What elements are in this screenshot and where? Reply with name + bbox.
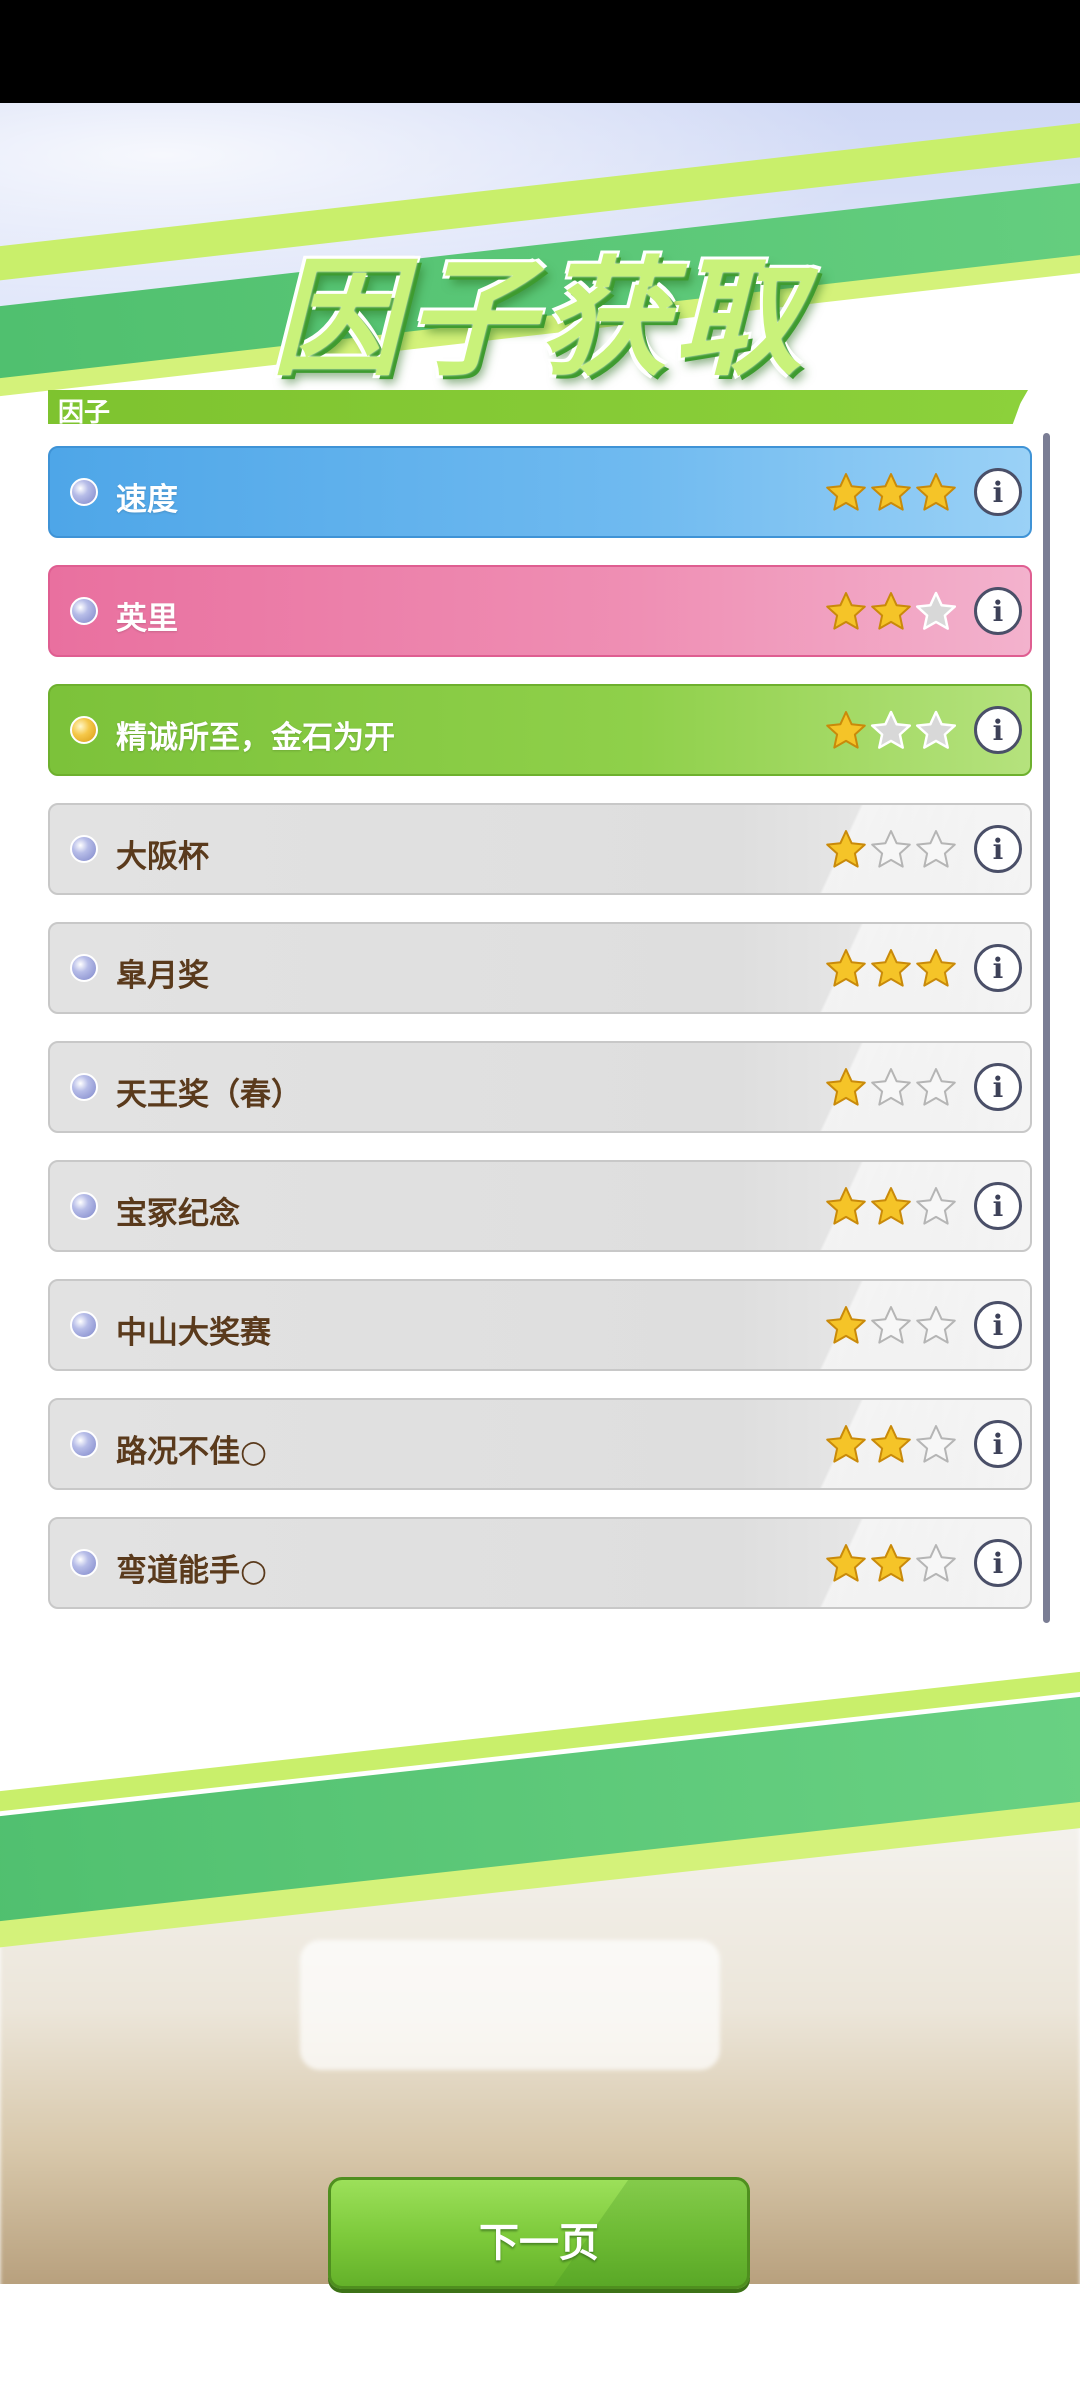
info-icon[interactable]: i xyxy=(974,944,1022,992)
star-filled-icon xyxy=(826,711,866,749)
star-filled-icon xyxy=(916,949,956,987)
star-empty-icon xyxy=(916,1425,956,1463)
factor-orb-icon xyxy=(70,1430,98,1458)
factor-orb-icon xyxy=(70,835,98,863)
star-filled-icon xyxy=(826,592,866,630)
section-label: 因子 xyxy=(58,398,111,428)
star-filled-icon xyxy=(871,1187,911,1225)
star-rating xyxy=(824,590,958,634)
factor-row[interactable]: 弯道能手○ i xyxy=(48,1517,1032,1609)
factor-name: 弯道能手○ xyxy=(116,1553,268,1589)
factor-orb-icon xyxy=(70,1073,98,1101)
star-filled-icon xyxy=(826,1187,866,1225)
factor-row[interactable]: 路况不佳○ i xyxy=(48,1398,1032,1490)
factor-list: 速度 i 英里 i 精诚所至，金石为开 i 大阪杯 i 皐月奖 i 天王奖（春） i 宝冢纪念 i 中山大奖… xyxy=(48,446,1032,1636)
info-icon[interactable]: i xyxy=(974,1420,1022,1468)
star-rating xyxy=(824,828,958,872)
star-rating xyxy=(824,947,958,991)
factor-row[interactable]: 皐月奖 i xyxy=(48,922,1032,1014)
star-filled-icon xyxy=(826,830,866,868)
factor-orb-icon xyxy=(70,478,98,506)
factor-orb-icon xyxy=(70,716,98,744)
factor-name: 宝冢纪念 xyxy=(116,1196,240,1232)
section-header: 因子 xyxy=(48,390,1028,424)
star-filled-icon xyxy=(871,592,911,630)
scrollbar[interactable] xyxy=(1043,433,1050,1623)
star-filled-icon xyxy=(871,1544,911,1582)
info-icon[interactable]: i xyxy=(974,1182,1022,1230)
factor-name: 路况不佳○ xyxy=(116,1434,268,1470)
factor-name: 天王奖（春） xyxy=(116,1077,302,1113)
star-rating xyxy=(824,1304,958,1348)
factor-row[interactable]: 精诚所至，金石为开 i xyxy=(48,684,1032,776)
info-icon[interactable]: i xyxy=(974,825,1022,873)
star-rating xyxy=(824,471,958,515)
star-filled-icon xyxy=(826,473,866,511)
next-page-label: 下一页 xyxy=(479,2220,599,2266)
star-filled-icon xyxy=(871,473,911,511)
page-title: 因子获取 xyxy=(271,245,808,394)
star-filled-icon xyxy=(871,1425,911,1463)
info-icon[interactable]: i xyxy=(974,1539,1022,1587)
star-empty-icon xyxy=(916,1187,956,1225)
info-icon[interactable]: i xyxy=(974,468,1022,516)
factor-orb-icon xyxy=(70,597,98,625)
factor-orb-icon xyxy=(70,1192,98,1220)
factor-name: 精诚所至，金石为开 xyxy=(116,720,395,756)
factor-row[interactable]: 速度 i xyxy=(48,446,1032,538)
star-empty-icon xyxy=(916,1068,956,1106)
factor-orb-icon xyxy=(70,1311,98,1339)
next-page-button[interactable]: 下一页 xyxy=(328,2177,750,2289)
info-icon[interactable]: i xyxy=(974,1063,1022,1111)
factor-name: 大阪杯 xyxy=(116,839,209,875)
star-empty-icon xyxy=(871,1306,911,1344)
star-filled-icon xyxy=(826,949,866,987)
star-filled-icon xyxy=(826,1425,866,1463)
star-empty-icon xyxy=(871,830,911,868)
star-empty-icon xyxy=(871,1068,911,1106)
star-rating xyxy=(824,1185,958,1229)
factor-name: 速度 xyxy=(116,482,178,518)
factor-orb-icon xyxy=(70,954,98,982)
info-icon[interactable]: i xyxy=(974,587,1022,635)
factor-orb-icon xyxy=(70,1549,98,1577)
star-empty-icon xyxy=(870,710,912,749)
factor-row[interactable]: 英里 i xyxy=(48,565,1032,657)
star-rating xyxy=(824,1423,958,1467)
star-filled-icon xyxy=(826,1544,866,1582)
factor-row[interactable]: 宝冢纪念 i xyxy=(48,1160,1032,1252)
star-rating xyxy=(824,1066,958,1110)
factor-row[interactable]: 大阪杯 i xyxy=(48,803,1032,895)
factor-name: 英里 xyxy=(116,601,178,637)
factor-row[interactable]: 中山大奖赛 i xyxy=(48,1279,1032,1371)
star-empty-icon xyxy=(915,591,957,630)
star-empty-icon xyxy=(915,710,957,749)
star-rating xyxy=(824,709,958,753)
factor-name: 皐月奖 xyxy=(116,958,209,994)
factor-row[interactable]: 天王奖（春） i xyxy=(48,1041,1032,1133)
star-filled-icon xyxy=(871,949,911,987)
star-filled-icon xyxy=(826,1068,866,1106)
factor-name: 中山大奖赛 xyxy=(116,1315,271,1351)
star-empty-icon xyxy=(916,1306,956,1344)
star-filled-icon xyxy=(916,473,956,511)
info-icon[interactable]: i xyxy=(974,706,1022,754)
star-rating xyxy=(824,1542,958,1586)
star-empty-icon xyxy=(916,830,956,868)
star-empty-icon xyxy=(916,1544,956,1582)
info-icon[interactable]: i xyxy=(974,1301,1022,1349)
star-filled-icon xyxy=(826,1306,866,1344)
